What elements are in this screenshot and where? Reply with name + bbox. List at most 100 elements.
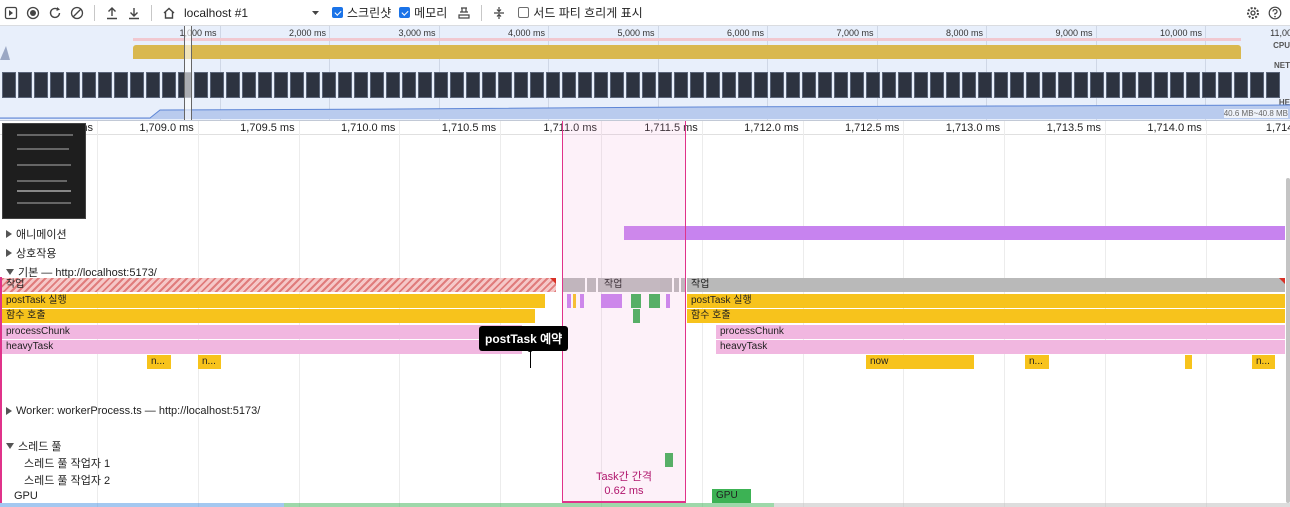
now-short-label: n... <box>202 356 216 367</box>
now-call-bar[interactable]: n... <box>1252 355 1275 369</box>
garbage-collect-icon[interactable] <box>455 4 473 22</box>
overview-screenshot-frame <box>706 72 720 98</box>
screenshot-checkbox[interactable]: 스크린샷 <box>332 4 391 21</box>
memory-checkbox[interactable]: 메모리 <box>399 4 447 21</box>
heavy-task-bar[interactable]: heavyTask <box>716 340 1285 354</box>
post-task-bar[interactable]: postTask 실행 <box>2 294 545 308</box>
overview-screenshot-frame <box>642 72 656 98</box>
reload-record-icon[interactable] <box>46 4 64 22</box>
third-party-checkbox[interactable]: 서드 파티 흐리게 표시 <box>518 4 643 21</box>
process-chunk-bar[interactable]: processChunk <box>716 325 1285 339</box>
overview-screenshot-frame <box>146 72 160 98</box>
now-call-bar[interactable]: n... <box>198 355 221 369</box>
overview-screenshot-frame <box>546 72 560 98</box>
vertical-scrollbar[interactable] <box>1286 178 1290 503</box>
overview-screenshot-frame <box>402 72 416 98</box>
function-call-bar[interactable]: 함수 호출 <box>2 309 535 323</box>
now-call-bar[interactable]: n... <box>147 355 171 369</box>
process-chunk-bar[interactable]: processChunk <box>2 325 522 339</box>
overview-screenshot-frame <box>802 72 816 98</box>
ruler-tick-label: 1,710.0 ms <box>340 122 396 134</box>
checkbox-unchecked-icon[interactable] <box>518 7 530 18</box>
overview-selection-window[interactable] <box>184 26 192 120</box>
overview-screenshot-frame <box>1202 72 1216 98</box>
track-animations[interactable]: 애니메이션 <box>6 226 67 242</box>
record-icon[interactable] <box>24 4 42 22</box>
screenshot-thumbnail[interactable] <box>2 123 86 219</box>
collapse-icon <box>6 443 14 449</box>
expand-icon <box>6 249 12 257</box>
heavy-task-bar[interactable]: heavyTask <box>2 340 522 354</box>
overview-screenshot-frame <box>98 72 112 98</box>
overview-screenshot-frame <box>690 72 704 98</box>
function-call-label: 함수 호출 <box>691 310 731 321</box>
overview-screenshot-frame <box>1058 72 1072 98</box>
toggle-sidebar-icon[interactable] <box>2 4 20 22</box>
upload-icon[interactable] <box>103 4 121 22</box>
track-thread-pool-worker-2-label: 스레드 풀 작업자 2 <box>24 475 111 487</box>
track-thread-pool[interactable]: 스레드 풀 <box>6 438 62 454</box>
checkbox-checked-icon[interactable] <box>399 7 411 18</box>
function-call-bar[interactable]: 함수 호출 <box>687 309 1285 323</box>
gear-icon[interactable] <box>1244 4 1262 22</box>
post-task-bar[interactable]: postTask 실행 <box>687 294 1285 308</box>
bottom-status-strip <box>0 503 1290 507</box>
overview-tick-label: 6,000 ms <box>726 28 764 38</box>
overview-screenshot-frame <box>658 72 672 98</box>
overview-memory-graph <box>0 104 1290 119</box>
gpu-bar[interactable]: GPU <box>712 489 751 503</box>
track-gpu[interactable]: GPU <box>14 490 38 502</box>
overview-screenshot-frame <box>754 72 768 98</box>
now-call-bar[interactable]: n... <box>1025 355 1049 369</box>
chevron-down-icon <box>311 6 320 20</box>
overview-screenshot-frame <box>578 72 592 98</box>
clear-icon[interactable] <box>68 4 86 22</box>
heavy-task-label: heavyTask <box>6 341 54 352</box>
overview-screenshot-frame <box>1122 72 1136 98</box>
now-call-bar[interactable] <box>1185 355 1192 369</box>
selection-range[interactable] <box>562 121 686 503</box>
overview-tick-label: 7,000 ms <box>836 28 874 38</box>
help-icon[interactable] <box>1266 4 1284 22</box>
overview-long-task-strip <box>133 38 1241 41</box>
overview-screenshot-frame <box>1138 72 1152 98</box>
ruler-tick-label: 1,713.5 ms <box>1046 122 1101 134</box>
selection-title: Task간 간격 <box>595 471 653 483</box>
track-interactions[interactable]: 상호작용 <box>6 245 56 261</box>
target-select[interactable]: localhost #1 <box>180 4 324 22</box>
toolbar-right <box>1242 4 1286 22</box>
overview-screenshot-frame <box>274 72 288 98</box>
overview-screenshot-frame <box>722 72 736 98</box>
overview-screenshot-frame <box>1266 72 1280 98</box>
overview-screenshot-frame <box>1106 72 1120 98</box>
thumbnail-line <box>17 148 69 150</box>
collapse-tracks-icon[interactable] <box>490 4 508 22</box>
overview-screenshot-frame <box>818 72 832 98</box>
overview-tick-label: 8,000 ms <box>945 28 983 38</box>
track-thread-pool-worker-2[interactable]: 스레드 풀 작업자 2 <box>24 472 110 488</box>
now-label: now <box>870 356 889 367</box>
download-icon[interactable] <box>125 4 143 22</box>
overview-screenshot-frame <box>194 72 208 98</box>
track-worker[interactable]: Worker: workerProcess.ts — http://localh… <box>6 405 260 417</box>
now-short-label: n... <box>1256 356 1270 367</box>
process-chunk-label: processChunk <box>6 326 70 337</box>
overview-screenshot-frame <box>866 72 880 98</box>
now-call-bar[interactable]: now <box>866 355 974 369</box>
overview-screenshot-frame <box>114 72 128 98</box>
task-bar[interactable]: 작업 <box>687 278 1285 292</box>
home-icon[interactable] <box>160 4 178 22</box>
toolbar: localhost #1 스크린샷 메모리 서드 파티 흐리게 표시 <box>0 0 1290 26</box>
overview-screenshot-frame <box>2 72 16 98</box>
overview-tick-label: 9,000 ms <box>1055 28 1093 38</box>
checkbox-checked-icon[interactable] <box>332 7 343 18</box>
track-interactions-label: 상호작용 <box>16 248 57 260</box>
timeline-overview[interactable]: 1,000 ms 2,000 ms 3,000 ms 4,000 ms 5,000 ms… <box>0 26 1290 121</box>
track-thread-pool-worker-1[interactable]: 스레드 풀 작업자 1 <box>24 455 110 471</box>
gpu-bar-label: GPU <box>716 490 738 501</box>
task-label: 작업 <box>6 279 25 290</box>
animation-bar[interactable] <box>624 226 1285 240</box>
overview-screenshot-frame <box>994 72 1008 98</box>
ruler-tick-label: 1,712.5 ms <box>844 122 900 134</box>
task-bar-long[interactable]: 작업 <box>2 278 556 292</box>
